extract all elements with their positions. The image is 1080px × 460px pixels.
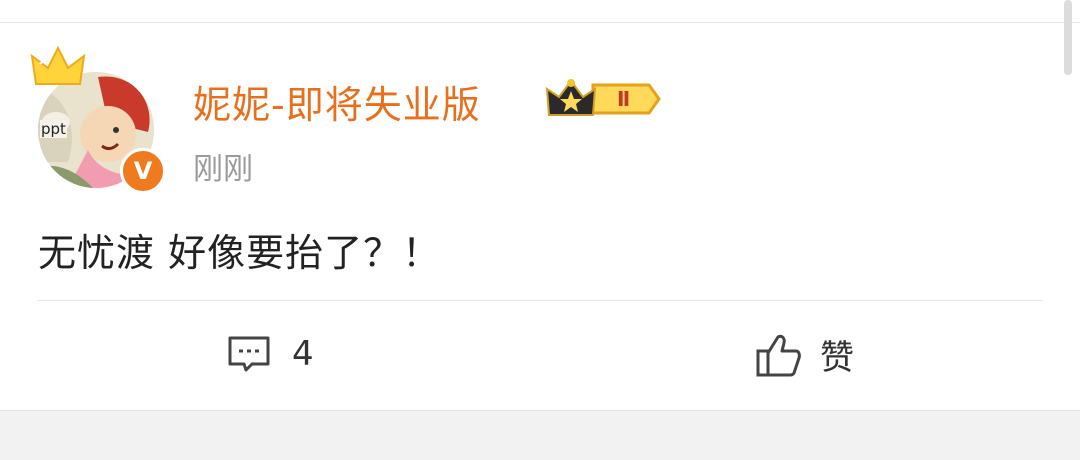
divider	[38, 300, 1043, 301]
verified-icon: V	[120, 148, 166, 194]
thumbs-up-icon	[756, 334, 801, 376]
previous-item-edge	[0, 0, 1080, 23]
post-content: 无忧渡 好像要抬了？！	[38, 231, 442, 275]
avatar-container[interactable]: ppt V	[30, 44, 166, 194]
avatar-text: ppt	[40, 120, 67, 138]
like-label: 赞	[820, 338, 854, 378]
comment-icon	[228, 336, 270, 372]
comment-count: 4	[292, 334, 314, 374]
feed-separator	[0, 410, 1080, 460]
post-time: 刚刚	[193, 152, 253, 187]
level-badge-text: Ⅱ	[617, 87, 630, 111]
comment-button[interactable]: 4	[226, 334, 314, 374]
like-button[interactable]: 赞	[754, 330, 854, 379]
username[interactable]: 妮妮-即将失业版	[193, 74, 481, 129]
level-crown-icon[interactable]: Ⅱ	[545, 75, 663, 123]
crown-icon	[30, 45, 86, 85]
scrollbar[interactable]	[1064, 0, 1072, 75]
